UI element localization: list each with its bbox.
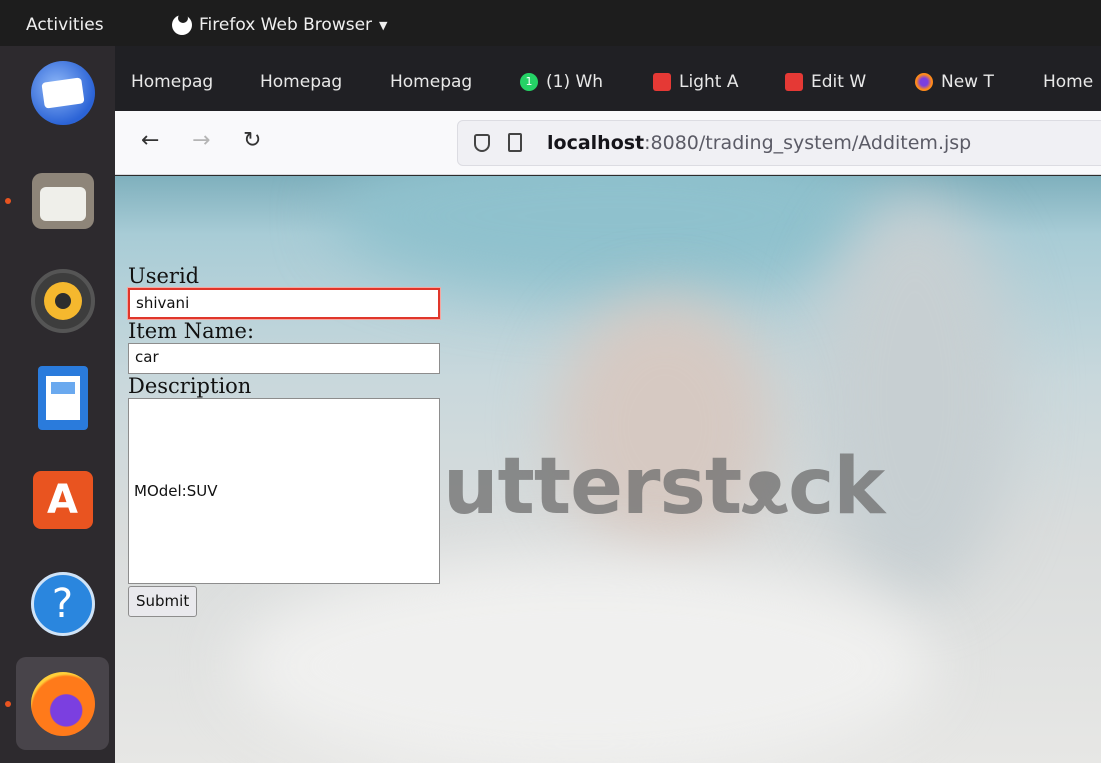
caret-down-icon: ▼ [379,18,388,32]
running-indicator [5,701,11,707]
dock-item-help[interactable]: ? [16,557,109,650]
tab-label: Homepag [390,72,473,92]
userid-label: Userid [128,264,200,288]
dock-item-mail[interactable] [16,46,109,139]
libreoffice-writer-icon [37,365,88,430]
tab-home[interactable]: Home [1043,72,1093,92]
background-blur [815,196,1015,596]
firefox-icon [172,13,192,35]
description-label: Description [128,374,252,398]
running-indicator [5,198,11,204]
dock-item-rhythmbox[interactable] [16,254,109,347]
item-name-label: Item Name: [128,319,255,343]
tab-label: Homepag [131,72,214,92]
reload-icon[interactable]: ↻ [243,128,261,153]
tab-strip: Homepag Homepag Homepag 1 (1) Wh Light A… [115,46,1101,111]
dock-item-writer[interactable] [16,351,109,444]
url-bar[interactable]: localhost:8080/trading_system/Additem.js… [457,120,1101,166]
submit-button[interactable]: Submit [128,586,198,617]
firefox-icon [30,671,95,736]
tab-label: Light A [679,72,739,92]
url-text[interactable]: localhost:8080/trading_system/Additem.js… [547,132,971,154]
tab-whatsapp[interactable]: 1 (1) Wh [520,72,603,92]
app-icon [785,73,803,91]
page-content: utterstᴥck Userid shivani Item Name: car… [115,176,1101,763]
tab-label: New T [941,72,994,92]
ubuntu-software-icon: A [32,470,93,529]
top-bar: Activities Firefox Web Browser ▼ [0,0,1101,46]
tab-homepage-2[interactable]: Homepag [260,72,342,92]
whatsapp-icon: 1 [520,73,538,91]
app-menu-label: Firefox Web Browser [199,15,373,35]
app-icon [653,73,671,91]
dock-item-firefox[interactable] [5,657,109,750]
files-icon [31,172,94,229]
rhythmbox-icon [30,268,95,333]
url-host: localhost [547,132,645,154]
tab-label: Homepag [260,72,343,92]
tab-label: (1) Wh [546,72,604,92]
tab-label: Edit W [811,72,867,92]
tab-label: Home [1043,72,1094,92]
firefox-icon [915,73,933,91]
back-arrow-icon[interactable]: ← [141,128,159,153]
page-icon[interactable] [508,133,522,152]
forward-arrow-icon[interactable]: → [192,128,210,153]
dock-item-files[interactable] [5,154,109,247]
shield-icon[interactable] [474,134,490,152]
tab-new[interactable]: New T [915,72,994,92]
thunderbird-icon [30,60,95,125]
tab-homepage-1[interactable]: Homepag [131,72,213,92]
tab-light[interactable]: Light A [653,72,738,92]
help-icon: ? [30,571,95,636]
description-textarea[interactable]: MOdel:SUV [128,398,440,584]
activities-button[interactable]: Activities [26,15,104,35]
add-item-form: Userid shivani Item Name: car Descriptio… [128,264,448,617]
dock-item-software[interactable]: A [16,453,109,546]
tab-edit[interactable]: Edit W [785,72,866,92]
url-path: :8080/trading_system/Additem.jsp [644,132,972,154]
tab-homepage-3[interactable]: Homepag [390,72,472,92]
navigation-bar: ← → ↻ localhost:8080/trading_system/Addi… [115,111,1101,175]
watermark: utterstᴥck [443,442,885,532]
item-name-input[interactable]: car [128,343,440,374]
userid-input[interactable]: shivani [128,288,440,319]
dock: A ? [0,46,115,763]
app-menu[interactable]: Firefox Web Browser ▼ [172,13,388,35]
